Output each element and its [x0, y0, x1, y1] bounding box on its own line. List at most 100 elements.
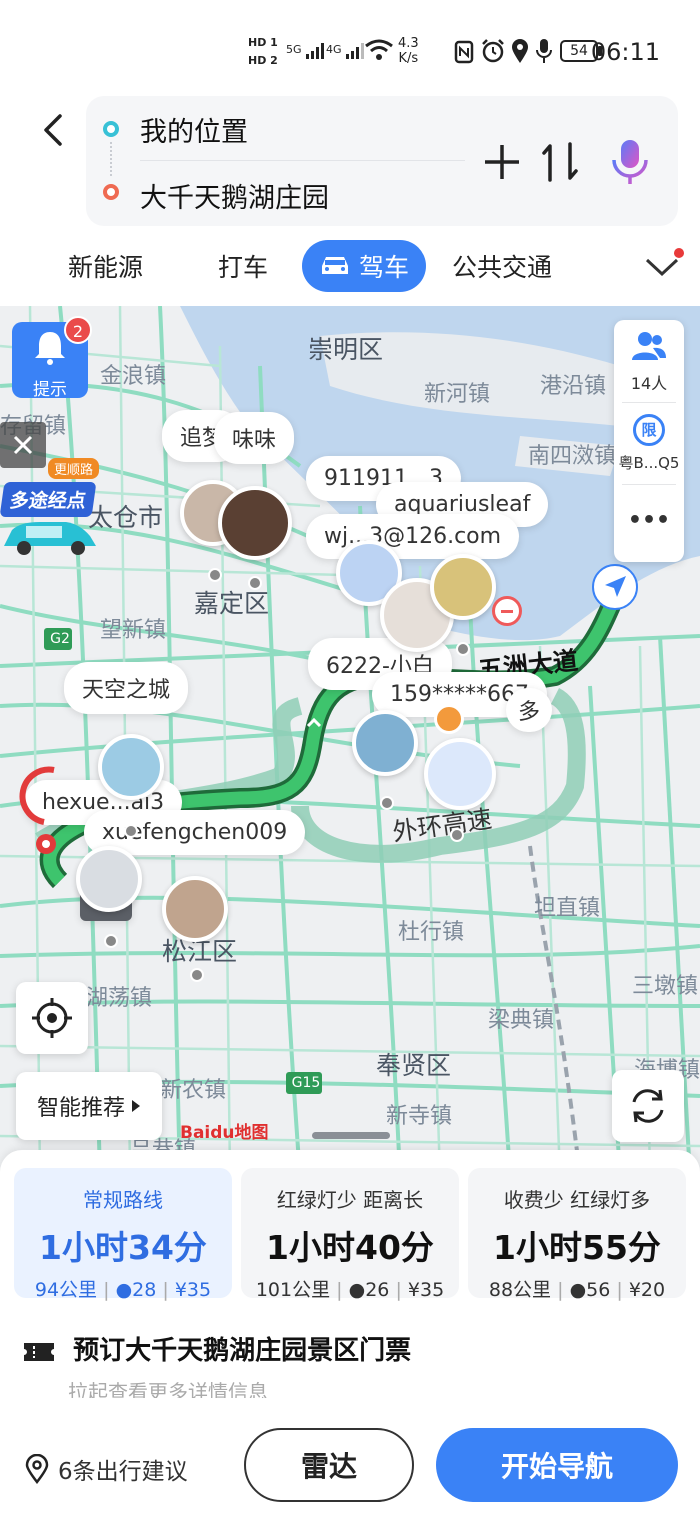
- route-option-title: 常规路线: [83, 1188, 163, 1212]
- avatar-pin-dot: [104, 934, 118, 948]
- back-arrow-icon[interactable]: [34, 110, 74, 150]
- friend-avatar-10[interactable]: [162, 876, 228, 942]
- route-option-time: 1小时40分: [266, 1228, 434, 1267]
- close-icon: [13, 435, 33, 455]
- friend-bubble-5[interactable]: wj...3@126.com: [306, 514, 520, 559]
- label-jinlang: 金浪镇: [100, 364, 167, 389]
- label-duhang: 杜行镇: [398, 920, 465, 945]
- route-option-meta: 88公里 | ●56 | ¥20: [488, 1279, 666, 1301]
- tab-transit[interactable]: 公共交通: [452, 248, 552, 284]
- crosshair-icon: [32, 998, 72, 1038]
- map-base: [0, 306, 700, 1176]
- hd2-label: HD 2: [248, 54, 278, 67]
- label-dazhi: 坦直镇: [534, 896, 601, 921]
- friend-avatar-7[interactable]: [352, 710, 418, 776]
- more-options-button[interactable]: •••: [614, 508, 684, 533]
- location-status-icon: [512, 39, 528, 63]
- friend-bubble-13[interactable]: 多: [506, 688, 553, 732]
- tab-taxi[interactable]: 打车: [218, 248, 268, 284]
- battery-level: 54: [570, 43, 588, 59]
- chevron-down-icon[interactable]: [644, 254, 680, 278]
- route-tag: 更顺路: [48, 458, 100, 479]
- label-nansi: 南四滧镇: [528, 444, 617, 469]
- microphone-status-icon: [536, 39, 552, 63]
- destination-input[interactable]: 大千天鹅湖庄园: [140, 176, 329, 215]
- start-navigation-button[interactable]: 开始导航: [436, 1428, 678, 1502]
- signal-bars-icon: [306, 43, 325, 59]
- label-sandun: 三墩镇: [632, 974, 699, 999]
- refresh-routes-button[interactable]: [612, 1070, 684, 1142]
- locate-me-button[interactable]: [16, 982, 88, 1054]
- status-bar: HD 1 HD 2 5G 4G 4.3 K/s 54 06:11: [0, 0, 700, 96]
- orange-marker-icon[interactable]: [434, 704, 464, 734]
- nfc-icon: [454, 40, 474, 64]
- friend-avatar-2[interactable]: [218, 486, 292, 560]
- minus-marker-icon[interactable]: [492, 596, 522, 626]
- label-liangdian: 梁典镇: [488, 1008, 555, 1033]
- swap-route-icon[interactable]: [540, 140, 580, 184]
- net-speed-value: 4.3: [398, 36, 419, 51]
- route-option-1[interactable]: 常规路线 1小时34分 94公里 | ●28 | ¥35: [14, 1168, 232, 1301]
- friend-avatar-8[interactable]: [424, 738, 496, 810]
- people-icon[interactable]: [631, 330, 667, 362]
- radar-button[interactable]: 雷达: [244, 1428, 414, 1502]
- net-speed-unit: K/s: [398, 51, 419, 66]
- hd-indicators: HD 1 HD 2: [248, 34, 278, 70]
- route-distance: 101公里: [255, 1279, 331, 1301]
- add-waypoint-icon[interactable]: [482, 142, 522, 182]
- origin-dot-icon: [103, 121, 119, 137]
- route-fee: ¥35: [174, 1279, 212, 1301]
- friend-avatar-5[interactable]: [430, 554, 496, 620]
- tab-new-energy[interactable]: 新能源: [68, 248, 143, 284]
- label-chongming: 崇明区: [308, 335, 384, 364]
- label-xinhe: 新河镇: [424, 382, 491, 407]
- map-view[interactable]: 崇明区 金浪镇 新河镇 港沿镇 南四滧镇 太仓市 嘉定区 望新镇 G2 松江区 …: [0, 306, 700, 1176]
- friend-bubble-6[interactable]: 天空之城: [64, 662, 189, 714]
- route-option-meta: 94公里 | ●28 | ¥35: [34, 1279, 212, 1301]
- smart-recommend-button[interactable]: 智能推荐: [16, 1072, 162, 1140]
- route-option-meta: 101公里 | ●26 | ¥35: [255, 1279, 445, 1301]
- avatar-pin-dot: [456, 642, 470, 656]
- route-distance: 88公里: [488, 1279, 552, 1301]
- traffic-limit-icon[interactable]: 限: [633, 414, 665, 446]
- friend-avatar-6[interactable]: [98, 734, 164, 800]
- baidu-logo: Baidu地图: [180, 1123, 269, 1143]
- car-icon: [321, 257, 348, 274]
- avatar-pin-dot: [124, 824, 138, 838]
- traffic-light-icon: ●: [115, 1279, 133, 1301]
- friend-avatar-9[interactable]: [76, 846, 142, 912]
- route-lights: 28: [132, 1279, 157, 1301]
- route-option-2[interactable]: 红绿灯少 距离长 1小时40分 101公里 | ●26 | ¥35: [241, 1168, 459, 1301]
- destination-pin-icon: [19, 766, 56, 854]
- avatar-pin-dot: [380, 796, 394, 810]
- hint-count-badge: 2: [64, 316, 92, 344]
- route-option-3[interactable]: 收费少 红绿灯多 1小时55分 88公里 | ●56 | ¥20: [468, 1168, 686, 1301]
- route-option-title: 红绿灯少 距离长: [276, 1188, 424, 1212]
- route-fee: ¥20: [628, 1279, 666, 1301]
- origin-input[interactable]: 我的位置: [140, 110, 248, 149]
- avatar-pin-dot: [208, 568, 222, 582]
- play-triangle-icon: [132, 1100, 140, 1112]
- tab-drive-label: 驾车: [358, 253, 409, 282]
- clock: 06:11: [590, 38, 660, 66]
- voice-input-icon[interactable]: [610, 138, 650, 186]
- ticket-icon: [24, 1342, 54, 1361]
- close-promo-button[interactable]: [0, 422, 46, 468]
- route-option-time: 1小时34分: [39, 1228, 207, 1267]
- sheet-drag-handle[interactable]: [312, 1132, 390, 1139]
- route-distance: 94公里: [34, 1279, 98, 1301]
- route-option-title: 收费少 红绿灯多: [503, 1188, 651, 1212]
- alarm-icon: [482, 39, 504, 63]
- route-lights: 56: [586, 1279, 611, 1301]
- friend-bubble-2[interactable]: 味味: [214, 412, 295, 464]
- location-pin-icon: [25, 1454, 49, 1484]
- ticket-promo[interactable]: 预订大千天鹅湖庄园景区门票: [22, 1330, 411, 1367]
- avatar-pin-dot: [190, 968, 204, 982]
- travel-suggestions-link[interactable]: 6条出行建议: [24, 1452, 188, 1486]
- tab-drive[interactable]: 驾车: [302, 240, 426, 292]
- navigation-arrow-icon: [592, 564, 638, 610]
- smart-recommend-label: 智能推荐: [36, 1096, 125, 1121]
- avatar-pin-dot: [450, 828, 464, 842]
- refresh-icon: [632, 1089, 664, 1123]
- signal-4g: 4G: [326, 40, 367, 60]
